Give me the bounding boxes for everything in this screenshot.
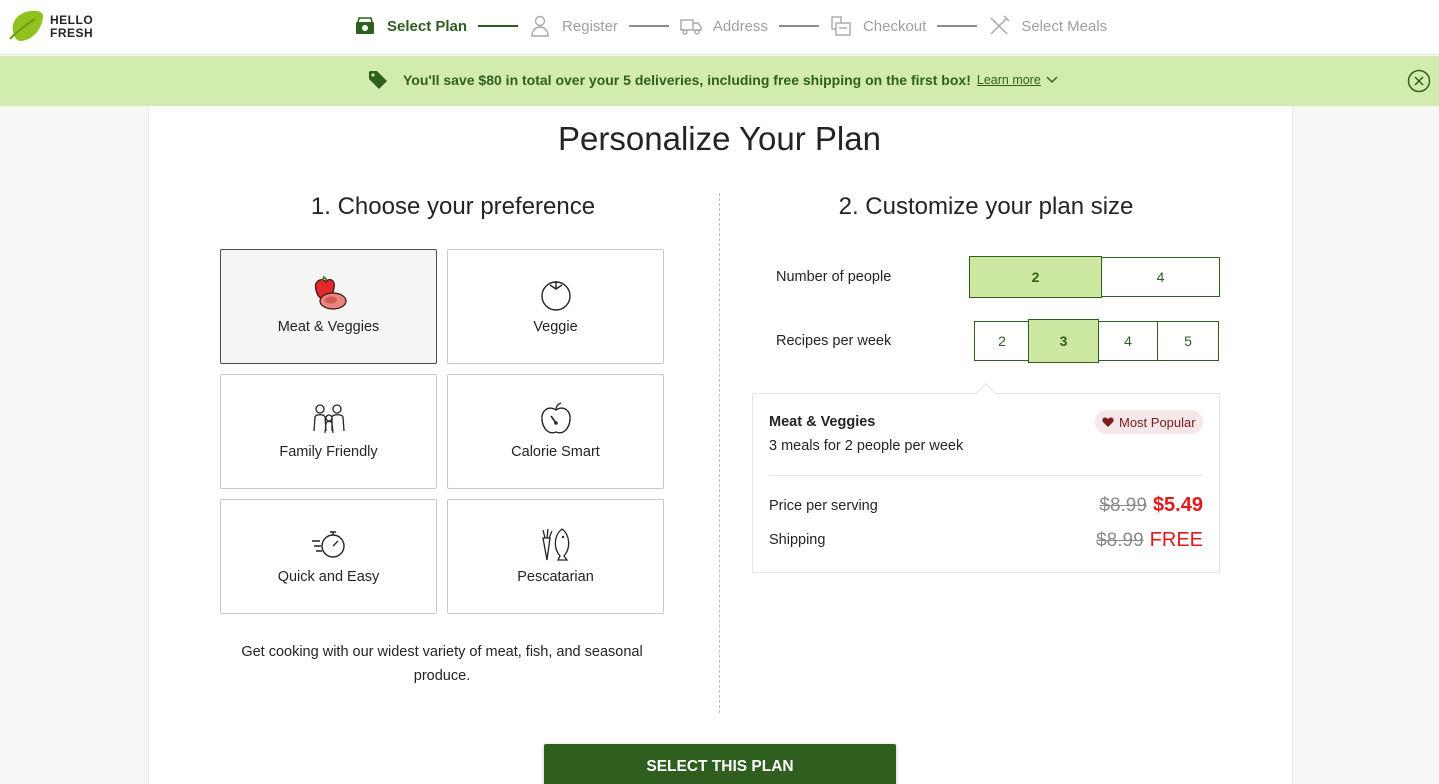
step-connector [628, 25, 669, 27]
most-popular-badge: Most Popular [1095, 410, 1203, 434]
step-checkout[interactable]: Checkout [830, 15, 926, 37]
preference-veggie[interactable]: Veggie [447, 249, 664, 364]
price-values: $8.99 $5.49 [1099, 494, 1203, 517]
step-label: Register [562, 17, 618, 35]
step-select-meals[interactable]: Select Meals [988, 15, 1107, 37]
preference-calorie-smart[interactable]: Calorie Smart [447, 374, 664, 489]
step-label: Address [712, 17, 768, 35]
shipping-label: Shipping [769, 532, 826, 548]
summary-plan-detail: 3 meals for 2 people per week [769, 438, 964, 454]
shipping-values: $8.99 FREE [1096, 529, 1203, 552]
people-option-4[interactable]: 4 [1101, 257, 1220, 297]
preference-description: Get cooking with our widest variety of m… [241, 644, 643, 684]
step-connector [478, 25, 519, 27]
family-icon [312, 404, 345, 434]
preference-quick-easy[interactable]: Quick and Easy [220, 499, 437, 614]
close-icon[interactable] [1407, 69, 1431, 93]
preference-label: Veggie [533, 319, 578, 335]
price-old: $8.99 [1099, 495, 1147, 516]
tag-icon [369, 71, 387, 89]
preference-label: Pescatarian [517, 569, 594, 585]
utensils-icon [988, 15, 1010, 37]
tomato-icon [540, 281, 571, 311]
stopwatch-icon [311, 531, 345, 558]
price-label: Price per serving [769, 498, 878, 514]
savings-banner: You'll save $80 in total over your 5 del… [0, 56, 1439, 106]
preference-label: Meat & Veggies [277, 319, 380, 335]
step-label: Checkout [862, 17, 927, 35]
learn-more-link[interactable]: Learn more [977, 73, 1041, 87]
step-address[interactable]: Address [680, 15, 768, 37]
hellofresh-logo[interactable]: HELLO FRESH [9, 9, 93, 43]
badge-label: Most Popular [1119, 414, 1196, 430]
step-register[interactable]: Register [529, 15, 618, 37]
banner-message: You'll save $80 in total over your 5 del… [403, 72, 971, 88]
select-plan-button[interactable]: SELECT THIS PLAN [544, 744, 896, 784]
summary-divider [769, 475, 1203, 476]
recipes-label: Recipes per week [776, 333, 892, 349]
preference-label: Family Friendly [279, 444, 378, 460]
preference-label: Quick and Easy [277, 569, 380, 585]
step-label: Select Meals [1021, 17, 1108, 35]
shipping-new: FREE [1149, 529, 1203, 551]
plan-icon [354, 15, 376, 37]
step-connector [937, 25, 978, 27]
apple-gauge-icon [540, 402, 571, 434]
preference-pescatarian[interactable]: Pescatarian [447, 499, 664, 614]
meat-veggies-icon [314, 276, 347, 310]
truck-icon [680, 15, 702, 37]
fish-carrot-icon [541, 528, 569, 561]
checkout-icon [830, 15, 852, 37]
preference-title: 1. Choose your preference [310, 193, 596, 220]
price-new: $5.49 [1152, 494, 1203, 516]
preference-label: Calorie Smart [511, 444, 600, 460]
person-icon [529, 15, 551, 37]
recipes-option-5[interactable]: 5 [1157, 321, 1219, 361]
heart-icon [1102, 417, 1114, 428]
plan-size-title: 2. Customize your plan size [838, 193, 1134, 220]
recipes-option-4[interactable]: 4 [1098, 321, 1158, 361]
logo-line-2: FRESH [50, 26, 94, 40]
people-label: Number of people [776, 269, 892, 285]
page-title: Personalize Your Plan [558, 120, 881, 157]
shipping-old: $8.99 [1096, 530, 1144, 551]
plan-summary: Meat & Veggies 3 meals for 2 people per … [752, 393, 1220, 573]
step-label: Select Plan [387, 17, 468, 35]
step-select-plan[interactable]: Select Plan [354, 15, 467, 37]
preference-family-friendly[interactable]: Family Friendly [220, 374, 437, 489]
checkout-steps: Select Plan Register Address Checkout Se… [354, 10, 1107, 42]
logo-wordmark: HELLO FRESH [50, 14, 93, 40]
banner-content: You'll save $80 in total over your 5 del… [368, 70, 1058, 90]
recipes-option-2[interactable]: 2 [974, 321, 1030, 361]
top-header: HELLO FRESH Select Plan Register Address [0, 0, 1439, 55]
people-option-2[interactable]: 2 [969, 256, 1102, 298]
recipes-option-3[interactable]: 3 [1028, 319, 1099, 363]
column-divider [719, 193, 720, 713]
chevron-down-icon[interactable] [1046, 76, 1058, 84]
step-connector [778, 25, 819, 27]
lime-logo-icon [9, 10, 44, 41]
summary-plan-name: Meat & Veggies [769, 414, 876, 430]
preference-meat-veggies[interactable]: Meat & Veggies [220, 249, 437, 364]
